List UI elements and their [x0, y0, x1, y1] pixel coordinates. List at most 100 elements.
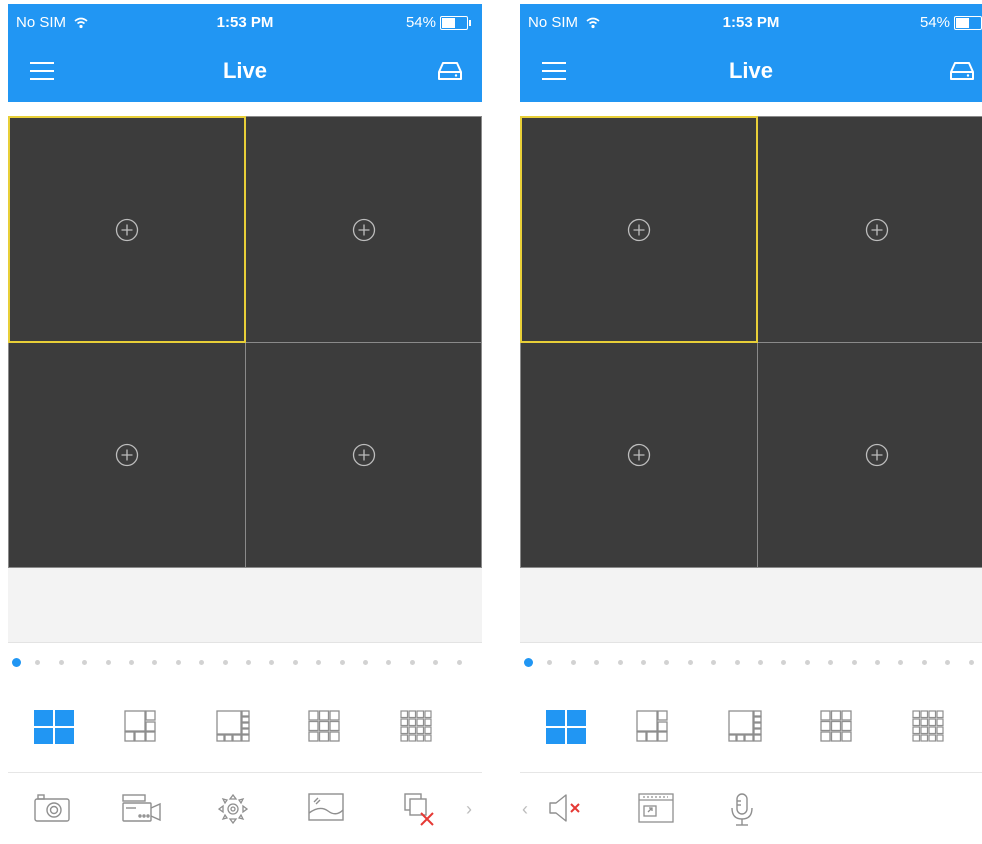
- storage-icon[interactable]: [438, 60, 462, 82]
- page-dot[interactable]: [851, 660, 857, 665]
- layout-selector: [8, 704, 482, 752]
- ptz-icon[interactable]: [218, 793, 248, 825]
- page-dot[interactable]: [409, 660, 415, 665]
- page-dot[interactable]: [152, 660, 158, 665]
- battery-icon: [954, 15, 982, 30]
- page-dot[interactable]: [58, 660, 64, 665]
- page-dot[interactable]: [945, 660, 951, 665]
- page-indicator[interactable]: [8, 656, 482, 670]
- add-channel-icon[interactable]: [352, 443, 376, 467]
- page-dot[interactable]: [781, 660, 787, 665]
- page-dot[interactable]: [222, 660, 228, 665]
- add-channel-icon[interactable]: [115, 443, 139, 467]
- page-dot[interactable]: [316, 660, 322, 665]
- page-dot[interactable]: [12, 658, 21, 667]
- page-dot[interactable]: [524, 658, 533, 667]
- page-dot[interactable]: [921, 660, 927, 665]
- add-channel-icon[interactable]: [352, 218, 376, 242]
- page-dot[interactable]: [804, 660, 810, 665]
- page-dot[interactable]: [734, 660, 740, 665]
- image-adjust-icon[interactable]: [308, 793, 344, 821]
- add-channel-icon[interactable]: [865, 443, 889, 467]
- video-cell-4[interactable]: [757, 342, 982, 568]
- page-dot[interactable]: [292, 660, 298, 665]
- video-cell-3[interactable]: [520, 342, 758, 568]
- battery-indicator: 54%: [920, 14, 982, 31]
- page-indicator[interactable]: [520, 656, 982, 670]
- layout-16-icon[interactable]: [912, 710, 944, 742]
- record-icon[interactable]: [122, 793, 162, 823]
- nav-bar: Live: [520, 42, 982, 98]
- storage-icon[interactable]: [950, 60, 974, 82]
- nav-bar: Live: [8, 42, 482, 98]
- layout-9-icon[interactable]: [308, 710, 340, 742]
- tool-bar: ›: [8, 772, 482, 844]
- video-cell-3[interactable]: [8, 342, 246, 568]
- grid-footer-area: [520, 568, 982, 643]
- page-dot[interactable]: [828, 660, 834, 665]
- add-channel-icon[interactable]: [115, 218, 139, 242]
- page-dot[interactable]: [968, 660, 974, 665]
- page-dot[interactable]: [363, 660, 368, 665]
- page-dot[interactable]: [664, 660, 670, 665]
- battery-percent: 54%: [919, 14, 950, 31]
- page-dot[interactable]: [758, 660, 763, 665]
- page-dot[interactable]: [617, 660, 623, 665]
- fullscreen-icon[interactable]: [638, 793, 674, 823]
- layout-6-icon[interactable]: [124, 710, 156, 742]
- page-dot[interactable]: [199, 660, 205, 665]
- page-dot[interactable]: [570, 660, 576, 665]
- page-dot[interactable]: [105, 660, 111, 665]
- page-dot[interactable]: [594, 660, 600, 665]
- top-bar: No SIM 1:53 PM 54% Live: [8, 4, 482, 102]
- tool-bar: ‹: [520, 772, 982, 844]
- microphone-icon[interactable]: [730, 793, 754, 827]
- page-dot[interactable]: [433, 660, 439, 665]
- page-dot[interactable]: [711, 660, 717, 665]
- status-bar: No SIM 1:53 PM 54%: [520, 4, 982, 40]
- video-cell-2[interactable]: [757, 116, 982, 343]
- page-title: Live: [728, 58, 774, 83]
- page-dot[interactable]: [175, 660, 181, 665]
- page-dot[interactable]: [641, 660, 646, 665]
- layout-9-icon[interactable]: [820, 710, 852, 742]
- chevron-left-icon[interactable]: ‹: [522, 799, 528, 820]
- page-dot[interactable]: [456, 660, 462, 665]
- page-dot[interactable]: [875, 660, 880, 665]
- close-all-icon[interactable]: [404, 793, 438, 827]
- chevron-right-icon[interactable]: ›: [466, 799, 472, 820]
- layout-1-icon[interactable]: [34, 710, 74, 744]
- video-cell-1[interactable]: [520, 116, 758, 343]
- layout-8-icon[interactable]: [216, 710, 250, 742]
- add-channel-icon[interactable]: [627, 443, 651, 467]
- layout-1-icon[interactable]: [546, 710, 586, 744]
- page-dot[interactable]: [35, 660, 41, 665]
- snapshot-icon[interactable]: [34, 793, 70, 823]
- video-grid: [8, 116, 482, 568]
- page-dot[interactable]: [82, 660, 88, 665]
- mute-icon[interactable]: [548, 793, 584, 823]
- add-channel-icon[interactable]: [627, 218, 651, 242]
- status-time: 1:53 PM: [722, 14, 780, 31]
- page-dot[interactable]: [386, 660, 392, 665]
- add-channel-icon[interactable]: [865, 218, 889, 242]
- battery-percent: 54%: [405, 14, 436, 31]
- layout-16-icon[interactable]: [400, 710, 432, 742]
- page-dot[interactable]: [898, 660, 904, 665]
- page-dot[interactable]: [339, 660, 345, 665]
- page-dot[interactable]: [687, 660, 693, 665]
- grid-footer-area: [8, 568, 482, 643]
- battery-icon: [440, 15, 471, 30]
- layout-8-icon[interactable]: [728, 710, 762, 742]
- page-dot[interactable]: [547, 660, 553, 665]
- page-dot[interactable]: [269, 660, 275, 665]
- page-dot[interactable]: [129, 660, 134, 665]
- page-dot[interactable]: [246, 660, 251, 665]
- layout-selector: [520, 704, 982, 752]
- video-cell-2[interactable]: [245, 116, 482, 343]
- video-cell-1[interactable]: [8, 116, 246, 343]
- top-bar: No SIM 1:53 PM 54% Live: [520, 4, 982, 102]
- video-grid: [520, 116, 982, 568]
- layout-6-icon[interactable]: [636, 710, 668, 742]
- video-cell-4[interactable]: [245, 342, 482, 568]
